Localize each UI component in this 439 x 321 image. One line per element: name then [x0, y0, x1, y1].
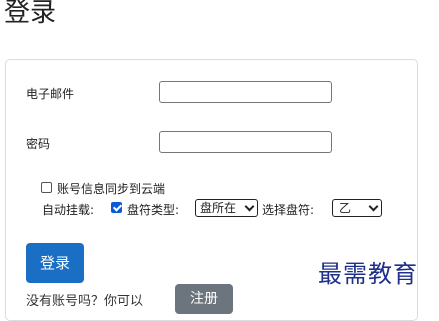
watermark-logo: 最需教育 — [318, 260, 418, 288]
automount-label: 自动挂载: — [42, 203, 95, 217]
password-field[interactable] — [159, 131, 332, 153]
drive-type-label: 盘符类型: — [127, 203, 180, 217]
register-hint: 没有账号吗？你可以 — [26, 294, 144, 309]
sync-cloud-checkbox[interactable] — [41, 182, 52, 193]
chevron-down-icon — [368, 201, 379, 212]
automount-checkbox[interactable] — [111, 202, 122, 213]
drive-type-value: 盘所在 — [200, 201, 237, 215]
drive-type-select[interactable]: 盘所在 — [195, 199, 258, 217]
email-field[interactable] — [159, 81, 332, 103]
drive-letter-select[interactable]: 乙 — [332, 199, 382, 217]
chevron-down-icon — [244, 201, 255, 212]
sync-cloud-label: 账号信息同步到云端 — [57, 182, 166, 196]
choose-drive-label: 选择盘符: — [262, 203, 315, 217]
page-title: 登录 — [4, 0, 57, 28]
login-button[interactable]: 登录 — [26, 243, 84, 283]
drive-letter-value: 乙 — [339, 201, 352, 215]
email-label: 电子邮件 — [26, 87, 75, 101]
password-label: 密码 — [26, 137, 51, 151]
register-button[interactable]: 注册 — [175, 284, 233, 314]
